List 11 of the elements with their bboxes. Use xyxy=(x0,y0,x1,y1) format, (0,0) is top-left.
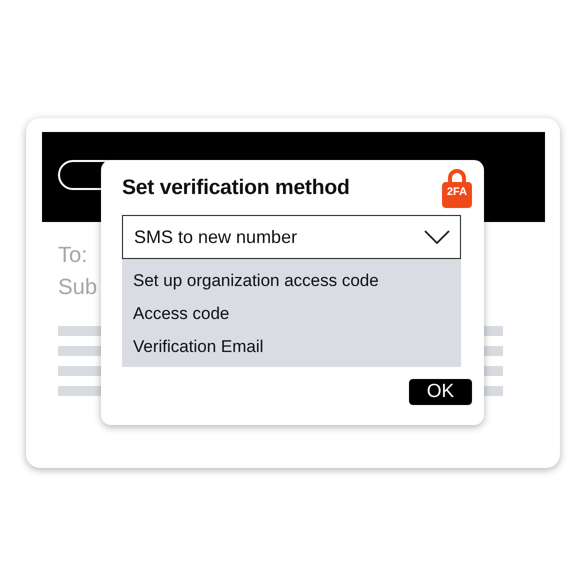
dialog-title: Set verification method xyxy=(122,176,350,200)
subject-label: Sub xyxy=(58,274,98,300)
method-dropdown[interactable]: SMS to new number xyxy=(122,215,461,259)
dropdown-option[interactable]: Set up organization access code xyxy=(133,268,461,293)
lock-badge-text: 2FA xyxy=(446,186,468,198)
ok-button[interactable]: OK xyxy=(409,379,472,405)
dropdown-option[interactable]: Verification Email xyxy=(133,334,461,359)
padlock-icon xyxy=(442,168,472,208)
chevron-down-icon xyxy=(424,230,450,244)
to-label: To: xyxy=(58,242,88,268)
dropdown-option[interactable]: Access code xyxy=(133,301,461,326)
